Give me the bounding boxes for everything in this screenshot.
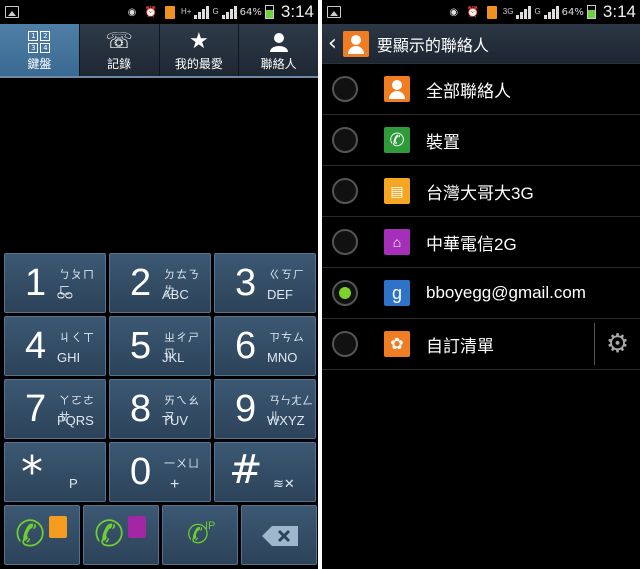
contacts-icon — [384, 76, 410, 102]
key-hash[interactable]: # ≋✕ — [214, 442, 316, 502]
tab-label: 我的最愛 — [174, 56, 223, 71]
ip-call-button[interactable]: ✆ IP — [162, 505, 238, 565]
sim2-badge-icon — [128, 516, 146, 538]
key-7[interactable]: 7 ㄚㄛㄜㄝ PQRS — [4, 379, 106, 439]
gallery-notification-icon — [326, 5, 342, 19]
phone-icon: ✆ — [94, 514, 125, 555]
eye-icon: ◉ — [449, 6, 459, 18]
key-star[interactable]: * P — [4, 442, 106, 502]
backspace-icon — [262, 526, 298, 546]
key-4[interactable]: 4 ㄐㄑㄒ GHI — [4, 316, 106, 376]
eye-icon: ◉ — [127, 6, 137, 18]
tab-call-log[interactable]: ☏ 記錄 — [80, 24, 160, 76]
page-title: 要顯示的聯絡人 — [376, 35, 489, 55]
key-0[interactable]: 0 一ㄨㄩ + — [109, 442, 211, 502]
call-sim1-button[interactable]: ✆ — [4, 505, 80, 565]
alarm-icon: ⏰ — [466, 6, 479, 18]
network-type: 3G — [502, 7, 514, 16]
key-5[interactable]: 5 ㄓㄔㄕㄖ JKL — [109, 316, 211, 376]
battery-percent: 64% — [239, 6, 262, 18]
battery-icon — [586, 5, 596, 19]
tab-label: 記錄 — [107, 56, 132, 71]
tab-label: 鍵盤 — [27, 56, 52, 71]
sim-card-icon: ▤ — [384, 178, 410, 204]
key-6[interactable]: 6 ㄗㄘㄙ MNO — [214, 316, 316, 376]
key-3[interactable]: 3 ㄍㄎㄏ DEF — [214, 253, 316, 313]
mute-icon: ≋✕ — [273, 476, 295, 491]
clock: 3:14 — [602, 2, 636, 21]
call-log-icon: ☏ — [105, 29, 133, 54]
network-sub-label: G — [534, 7, 541, 16]
key-1[interactable]: 1 ㄅㄆㄇㄈ ᴑᴑ — [4, 253, 106, 313]
keypad: 1 ㄅㄆㄇㄈ ᴑᴑ 2 ㄉㄊㄋㄌ ABC 3 ㄍㄎㄏ DEF 4 ㄐㄑㄒ GHI 5 ㄓㄔㄕㄖ JK… — [4, 253, 318, 565]
signal2-icon — [221, 5, 237, 19]
battery-icon — [264, 5, 274, 19]
backspace-button[interactable] — [241, 505, 317, 565]
radio-button-selected[interactable] — [332, 280, 358, 306]
tab-favorites[interactable]: ★ 我的最愛 — [160, 24, 240, 76]
alarm-icon: ⏰ — [144, 6, 158, 18]
call-sim2-button[interactable]: ✆ — [83, 505, 159, 565]
tab-contacts[interactable]: 聯絡人 — [239, 24, 318, 76]
google-icon: g — [384, 280, 410, 306]
status-bar: ◉ ⏰ 3G G 64% 3:14 — [322, 0, 640, 24]
number-display[interactable] — [0, 78, 318, 252]
clock: 3:14 — [280, 2, 314, 21]
phone-device-icon: ✆ — [384, 127, 410, 153]
list-item-device[interactable]: ✆ 裝置 — [322, 115, 640, 166]
keypad-icon: 12 34 — [28, 30, 51, 53]
radio-button[interactable] — [332, 229, 358, 255]
key-2[interactable]: 2 ㄉㄊㄋㄌ ABC — [109, 253, 211, 313]
dialer-screen: ◉ ⏰ H+ G 64% 3:14 12 34 鍵盤 ☏ 記錄 ★ 我的最愛 聯… — [0, 0, 318, 569]
list-item-all-contacts[interactable]: 全部聯絡人 — [322, 64, 640, 115]
sim-icon — [484, 5, 500, 19]
contacts-source-list: 全部聯絡人 ✆ 裝置 ▤ 台灣大哥大3G ⌂ 中華電信2G g bboyegg@… — [322, 64, 640, 370]
back-icon[interactable]: ‹ — [328, 31, 337, 56]
list-item-chunghwa[interactable]: ⌂ 中華電信2G — [322, 217, 640, 268]
contacts-app-icon — [342, 30, 369, 57]
gallery-notification-icon — [4, 5, 20, 19]
radio-button[interactable] — [332, 76, 358, 102]
contacts-filter-header[interactable]: ‹ 要顯示的聯絡人 — [322, 24, 640, 64]
battery-percent: 64% — [561, 6, 584, 18]
tab-keypad[interactable]: 12 34 鍵盤 — [0, 24, 80, 76]
sim-icon — [162, 5, 178, 19]
dialer-tabs: 12 34 鍵盤 ☏ 記錄 ★ 我的最愛 聯絡人 — [0, 24, 318, 78]
signal2-icon — [543, 5, 559, 19]
sim-home-icon: ⌂ — [384, 229, 410, 255]
star-icon: ★ — [189, 29, 209, 54]
phone-icon: ✆ — [15, 514, 46, 555]
tab-label: 聯絡人 — [260, 56, 297, 71]
contact-icon — [268, 29, 290, 55]
custom-settings-icon: ✿ — [384, 331, 410, 357]
radio-button[interactable] — [332, 331, 358, 357]
voicemail-icon: ᴑᴑ — [57, 287, 73, 302]
list-item-taiwan-mobile[interactable]: ▤ 台灣大哥大3G — [322, 166, 640, 217]
sim1-badge-icon — [49, 516, 67, 538]
key-8[interactable]: 8 ㄞㄟㄠㄡ TUV — [109, 379, 211, 439]
key-9[interactable]: 9 ㄢㄣㄤㄥㄦ WXYZ — [214, 379, 316, 439]
gear-icon[interactable]: ⚙ — [594, 323, 640, 365]
radio-button[interactable] — [332, 127, 358, 153]
list-item-google-account[interactable]: g bboyegg@gmail.com — [322, 268, 640, 319]
contacts-filter-screen: ◉ ⏰ 3G G 64% 3:14 ‹ 要顯示的聯絡人 全部聯絡人 ✆ 裝置 ▤… — [322, 0, 640, 569]
signal-icon — [194, 5, 210, 19]
signal-icon — [516, 5, 532, 19]
list-item-custom[interactable]: ✿ 自訂清單 ⚙ — [322, 319, 640, 370]
status-bar: ◉ ⏰ H+ G 64% 3:14 — [0, 0, 318, 24]
network-type: H+ — [180, 7, 192, 16]
radio-button[interactable] — [332, 178, 358, 204]
network-sub-label: G — [212, 7, 219, 16]
